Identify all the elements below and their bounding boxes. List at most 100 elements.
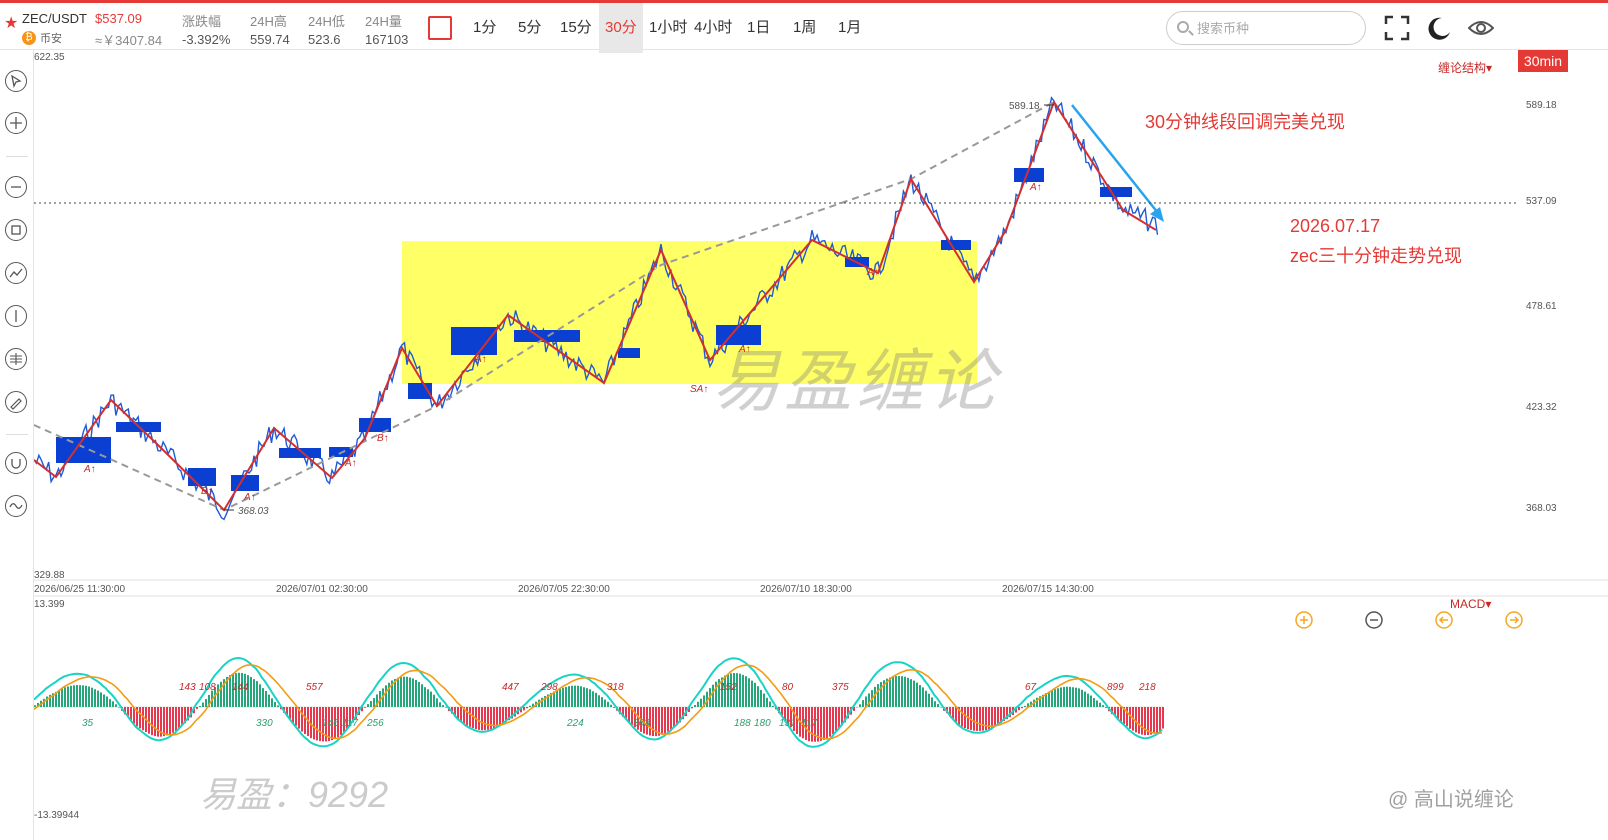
period-30m[interactable]: 30分 xyxy=(599,3,643,53)
brush-tool-icon[interactable] xyxy=(5,391,27,413)
macd-bar xyxy=(610,704,612,707)
time-axis-label: 2026/07/10 18:30:00 xyxy=(760,584,852,595)
annotation-text: 30分钟线段回调完美兑现 xyxy=(1145,112,1346,132)
macd-bar xyxy=(100,692,102,707)
macd-area-label: 146 xyxy=(322,718,339,729)
bitcoin-logo-icon: ₿ xyxy=(22,31,36,45)
macd-bar xyxy=(367,704,369,707)
macd-bar xyxy=(1078,688,1080,707)
indicator-menu[interactable]: 缠论结构▾ xyxy=(1438,59,1492,76)
macd-bar xyxy=(67,686,69,707)
macd-bar xyxy=(313,707,315,740)
macd-bar xyxy=(742,674,744,707)
candle-cluster xyxy=(514,330,580,342)
scroll-right-icon[interactable] xyxy=(1504,610,1524,630)
period-1w[interactable]: 1周 xyxy=(787,3,822,53)
macd-bar xyxy=(175,707,177,732)
scroll-left-icon[interactable] xyxy=(1434,610,1454,630)
macd-bar xyxy=(763,693,765,707)
macd-bar xyxy=(1138,707,1140,734)
macd-area-label: 363 xyxy=(633,718,650,729)
macd-bar xyxy=(667,707,669,732)
macd-bar xyxy=(604,699,606,707)
macd-bar xyxy=(580,686,582,707)
macd-bar xyxy=(1021,707,1023,709)
trading-pair[interactable]: ZEC/USDT xyxy=(22,11,87,26)
macd-bar xyxy=(1087,693,1089,707)
macd-bar xyxy=(271,698,273,707)
wave-tool-icon[interactable] xyxy=(5,495,27,517)
vertical-line-icon[interactable] xyxy=(5,305,27,327)
annotation-date: 2026.07.17 xyxy=(1290,216,1381,236)
macd-bar xyxy=(1075,687,1077,707)
search-box[interactable] xyxy=(1166,11,1366,45)
time-axis-label: 2026/07/15 14:30:00 xyxy=(1002,584,1094,595)
macd-area-label: 152 xyxy=(720,682,737,693)
chart-area[interactable]: 589.18 368.03 A↑ B↑ A↑ A↑ B↑ A↑ SA↑ A↑ A… xyxy=(34,50,1608,840)
macd-area-label: 330 xyxy=(256,718,273,729)
macd-bar xyxy=(1153,707,1155,734)
macd-bar xyxy=(523,707,525,711)
zoom-in-icon[interactable] xyxy=(1294,610,1314,630)
magnet-icon[interactable] xyxy=(5,452,27,474)
macd-bar xyxy=(1096,700,1098,707)
macd-area-label: 108 xyxy=(199,682,216,693)
macd-bar xyxy=(904,676,906,707)
line-tool-icon[interactable] xyxy=(5,176,27,198)
macd-bar xyxy=(1084,691,1086,707)
zoom-out-icon[interactable] xyxy=(1364,610,1384,630)
search-input[interactable] xyxy=(1197,18,1357,38)
macd-area-label: 256 xyxy=(366,718,384,729)
macd-bar xyxy=(880,682,882,707)
macd-bar xyxy=(316,707,318,741)
period-1d[interactable]: 1日 xyxy=(741,3,776,53)
trend-tool-icon[interactable] xyxy=(5,262,27,284)
macd-bar xyxy=(1072,687,1074,707)
cursor-icon[interactable] xyxy=(5,70,27,92)
macd-bar xyxy=(769,701,771,707)
macd-bar xyxy=(178,707,180,729)
macd-bar xyxy=(409,677,411,707)
macd-bar xyxy=(712,684,714,707)
signal-label: SA↑ xyxy=(690,384,708,395)
macd-bar xyxy=(757,686,759,707)
macd-bar xyxy=(478,707,480,730)
macd-bar xyxy=(973,707,975,731)
macd-bar xyxy=(601,697,603,707)
macd-area-label: 180 xyxy=(754,718,771,729)
macd-bar xyxy=(739,673,741,707)
macd-bar xyxy=(931,697,933,707)
macd-bar xyxy=(877,684,879,707)
top-bar: ★ ZEC/USDT $537.09 ₿ 币安 ≈￥3407.84 涨跌幅 -3… xyxy=(0,0,1608,53)
macd-bar xyxy=(826,707,828,739)
favorite-star-icon[interactable]: ★ xyxy=(4,13,18,33)
period-4h[interactable]: 4小时 xyxy=(688,3,738,53)
macd-bar xyxy=(529,705,531,707)
eye-icon[interactable] xyxy=(1468,15,1494,41)
caret-down-icon: ▾ xyxy=(1485,597,1492,611)
stat-value: 559.74 xyxy=(250,32,290,47)
signal-label: A↑ xyxy=(474,354,487,365)
macd-bar xyxy=(859,704,861,707)
period-1m[interactable]: 1分 xyxy=(467,3,502,53)
drawing-toolbar xyxy=(0,50,34,840)
night-mode-icon[interactable] xyxy=(1426,15,1452,41)
candle-cluster xyxy=(941,240,971,250)
macd-bar xyxy=(772,705,774,707)
price-axis-label: 368.03 xyxy=(1526,503,1557,514)
crosshair-plus-icon[interactable] xyxy=(5,112,27,134)
macd-area-label: 117 xyxy=(801,718,817,729)
period-15m[interactable]: 15分 xyxy=(554,3,598,53)
fullscreen-icon[interactable] xyxy=(1384,15,1410,41)
fib-tool-icon[interactable] xyxy=(5,348,27,370)
chart-type-button[interactable] xyxy=(428,16,452,40)
macd-area-label: 188 xyxy=(734,718,751,729)
macd-menu[interactable]: MACD▾ xyxy=(1450,597,1491,611)
macd-bar xyxy=(151,707,153,736)
period-5m[interactable]: 5分 xyxy=(512,3,547,53)
indicator-menu-label: 缠论结构 xyxy=(1438,61,1487,75)
period-1h[interactable]: 1小时 xyxy=(643,3,693,53)
rectangle-tool-icon[interactable] xyxy=(5,219,27,241)
period-1mo[interactable]: 1月 xyxy=(832,3,867,53)
chart-canvas[interactable]: 589.18 368.03 A↑ B↑ A↑ A↑ B↑ A↑ SA↑ A↑ A… xyxy=(34,50,1608,840)
